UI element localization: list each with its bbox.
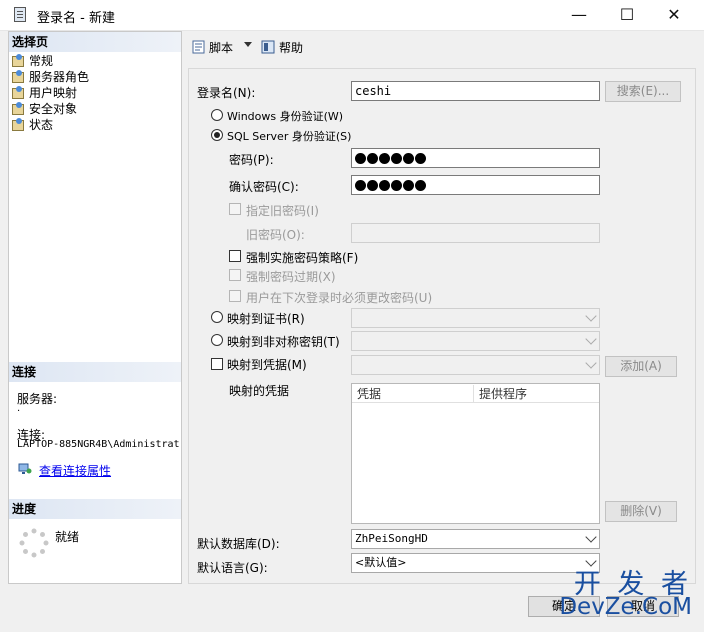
login-name-label: 登录名(N): bbox=[197, 86, 256, 100]
login-name-input[interactable]: ceshi bbox=[351, 81, 600, 101]
left-pane: 选择页 常规 服务器角色 用户映射 安全对象 状态 连接 服务器: . 连接: … bbox=[8, 31, 182, 584]
password-dot bbox=[415, 153, 426, 164]
page-item-label: 常规 bbox=[29, 54, 54, 68]
password-dot bbox=[403, 180, 414, 191]
page-item-label: 服务器角色 bbox=[29, 70, 90, 84]
enforce-policy-checkbox[interactable] bbox=[229, 250, 241, 262]
password-dot bbox=[403, 153, 414, 164]
password-dot bbox=[379, 180, 390, 191]
map-asymmetric-key-radio[interactable] bbox=[211, 334, 223, 346]
password-input[interactable] bbox=[351, 148, 600, 168]
page-icon bbox=[11, 102, 25, 115]
sql-auth-radio[interactable] bbox=[211, 129, 223, 141]
connection-value: LAPTOP-885NGR4B\Administrat bbox=[17, 439, 179, 450]
specify-old-password-checkbox[interactable] bbox=[229, 203, 241, 215]
password-dot bbox=[355, 153, 366, 164]
help-icon bbox=[261, 40, 275, 54]
maximize-button[interactable]: ☐ bbox=[604, 0, 650, 30]
sql-auth-label: SQL Server 身份验证(S) bbox=[227, 130, 352, 143]
windows-auth-label: Windows 身份验证(W) bbox=[227, 110, 344, 123]
password-label: 密码(P): bbox=[229, 153, 274, 167]
page-item-status[interactable]: 状态 bbox=[11, 117, 53, 133]
window-title: 登录名 - 新建 bbox=[37, 11, 115, 26]
must-change-label: 用户在下次登录时必须更改密码(U) bbox=[246, 291, 433, 305]
password-dot bbox=[355, 180, 366, 191]
page-item-label: 安全对象 bbox=[29, 102, 78, 116]
page-item-server-roles[interactable]: 服务器角色 bbox=[11, 69, 89, 85]
page-item-securables[interactable]: 安全对象 bbox=[11, 101, 77, 117]
chevron-down-icon bbox=[585, 531, 597, 543]
add-credential-button[interactable]: 添加(A) bbox=[605, 356, 677, 377]
search-button[interactable]: 搜索(E)... bbox=[605, 81, 681, 102]
specify-old-password-label: 指定旧密码(I) bbox=[246, 204, 319, 218]
view-connection-properties-link[interactable]: 查看连接属性 bbox=[39, 462, 111, 479]
default-language-label: 默认语言(G): bbox=[197, 561, 268, 575]
script-button[interactable]: 脚本 bbox=[209, 39, 233, 56]
help-button[interactable]: 帮助 bbox=[279, 39, 303, 56]
map-credential-checkbox[interactable] bbox=[211, 358, 223, 370]
server-label: 服务器: bbox=[17, 392, 58, 406]
page-item-user-mapping[interactable]: 用户映射 bbox=[11, 85, 77, 101]
watermark-line2: DevZe.CoM bbox=[559, 594, 692, 620]
minimize-button[interactable]: — bbox=[556, 0, 602, 30]
old-password-label: 旧密码(O): bbox=[246, 228, 305, 242]
grid-column-credential[interactable]: 凭据 bbox=[352, 385, 474, 403]
chevron-down-icon bbox=[585, 310, 597, 322]
certificate-select[interactable] bbox=[351, 308, 600, 328]
default-database-label: 默认数据库(D): bbox=[197, 537, 280, 551]
confirm-password-label: 确认密码(C): bbox=[229, 180, 299, 194]
confirm-password-input[interactable] bbox=[351, 175, 600, 195]
page-item-label: 用户映射 bbox=[29, 86, 78, 100]
page-icon bbox=[11, 54, 25, 67]
page-item-label: 状态 bbox=[29, 118, 54, 132]
old-password-input[interactable] bbox=[351, 223, 600, 243]
window-app-icon bbox=[14, 7, 26, 22]
must-change-checkbox[interactable] bbox=[229, 290, 241, 302]
remove-credential-button[interactable]: 删除(V) bbox=[605, 501, 677, 522]
enforce-expiration-label: 强制密码过期(X) bbox=[246, 270, 336, 284]
select-page-header: 选择页 bbox=[9, 32, 181, 52]
connection-properties-icon bbox=[18, 463, 32, 475]
script-icon bbox=[192, 40, 206, 54]
password-dot bbox=[391, 153, 402, 164]
page-item-general[interactable]: 常规 bbox=[11, 53, 53, 69]
map-certificate-label: 映射到证书(R) bbox=[227, 312, 305, 326]
password-dot bbox=[391, 180, 402, 191]
mapped-credentials-label: 映射的凭据 bbox=[229, 384, 290, 398]
default-language-value: <默认值> bbox=[355, 556, 407, 569]
title-bar: 登录名 - 新建 — ☐ ✕ bbox=[0, 0, 704, 31]
asymmetric-key-select[interactable] bbox=[351, 331, 600, 351]
map-asymmetric-key-label: 映射到非对称密钥(T) bbox=[227, 335, 340, 349]
password-dot bbox=[379, 153, 390, 164]
credential-select[interactable] bbox=[351, 355, 600, 375]
windows-auth-radio[interactable] bbox=[211, 109, 223, 121]
default-database-select[interactable]: ZhPeiSongHD bbox=[351, 529, 600, 549]
grid-column-provider[interactable]: 提供程序 bbox=[474, 385, 599, 403]
connection-header: 连接 bbox=[9, 362, 181, 382]
chevron-down-icon bbox=[585, 357, 597, 369]
chevron-down-icon bbox=[585, 333, 597, 345]
password-dot bbox=[367, 180, 378, 191]
password-dot bbox=[367, 153, 378, 164]
toolbar: 脚本 帮助 bbox=[183, 31, 704, 63]
close-button[interactable]: ✕ bbox=[651, 0, 697, 30]
script-dropdown-arrow-icon[interactable] bbox=[244, 42, 252, 47]
default-database-value: ZhPeiSongHD bbox=[355, 532, 428, 545]
page-icon bbox=[11, 118, 25, 131]
map-credential-label: 映射到凭据(M) bbox=[227, 358, 307, 372]
enforce-expiration-checkbox[interactable] bbox=[229, 269, 241, 281]
progress-status: 就绪 bbox=[55, 530, 80, 544]
mapped-credentials-grid[interactable]: 凭据 提供程序 bbox=[351, 383, 600, 524]
page-icon bbox=[11, 70, 25, 83]
spinner-icon bbox=[19, 528, 49, 558]
watermark: 开 发 者 DevZe.CoM bbox=[519, 562, 694, 624]
page-icon bbox=[11, 86, 25, 99]
server-value: . bbox=[17, 403, 21, 414]
password-dot bbox=[415, 180, 426, 191]
progress-header: 进度 bbox=[9, 499, 181, 519]
enforce-policy-label: 强制实施密码策略(F) bbox=[246, 251, 359, 265]
map-certificate-radio[interactable] bbox=[211, 311, 223, 323]
